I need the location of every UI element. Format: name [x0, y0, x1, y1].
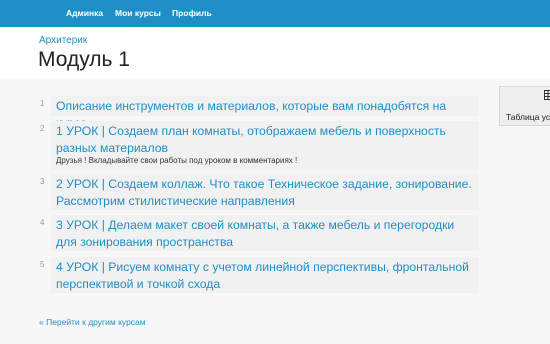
lesson-link[interactable]: 1 УРОК | Создаем план комнаты, отображае…	[56, 123, 466, 156]
lesson-number: 4	[40, 218, 45, 227]
lesson-link[interactable]: 4 УРОК | Рисуем комнату с учетом линейно…	[56, 259, 476, 292]
lesson-number: 1	[40, 99, 45, 108]
lesson-row: 3 2 УРОК | Создаем коллаж. Что такое Тех…	[40, 174, 479, 210]
side-table-card[interactable]: Таблица ус	[499, 86, 550, 126]
nav-item-profile[interactable]: Профиль	[172, 8, 212, 18]
page-title: Модуль 1	[38, 48, 130, 71]
lesson-number: 3	[40, 177, 45, 186]
lesson-row: 4 3 УРОК | Делаем макет своей комнаты, а…	[40, 215, 479, 251]
lesson-row: 5 4 УРОК | Рисуем комнату с учетом линей…	[40, 257, 479, 293]
lesson-row: 2 1 УРОК | Создаем план комнаты, отображ…	[40, 121, 479, 170]
lesson-link[interactable]: 3 УРОК | Делаем макет своей комнаты, а т…	[56, 217, 476, 250]
lesson-number: 2	[40, 124, 45, 133]
table-icon	[544, 90, 550, 103]
lesson-number: 5	[40, 260, 45, 269]
top-navbar: Админка Мои курсы Профиль	[0, 0, 550, 27]
lesson-row: 1 Описание инструментов и материалов, ко…	[40, 96, 479, 130]
side-card-label: Таблица ус	[506, 112, 550, 122]
breadcrumb[interactable]: Архитерик	[39, 35, 87, 46]
back-to-courses-link[interactable]: « Перейти к другим курсам	[39, 317, 146, 327]
lesson-note: Друзья ! Вкладывайте свои работы под уро…	[56, 156, 298, 165]
nav-item-admin[interactable]: Админка	[66, 8, 103, 18]
nav-item-my-courses[interactable]: Мои курсы	[115, 8, 161, 18]
lesson-link[interactable]: 2 УРОК | Создаем коллаж. Что такое Техни…	[56, 176, 476, 209]
